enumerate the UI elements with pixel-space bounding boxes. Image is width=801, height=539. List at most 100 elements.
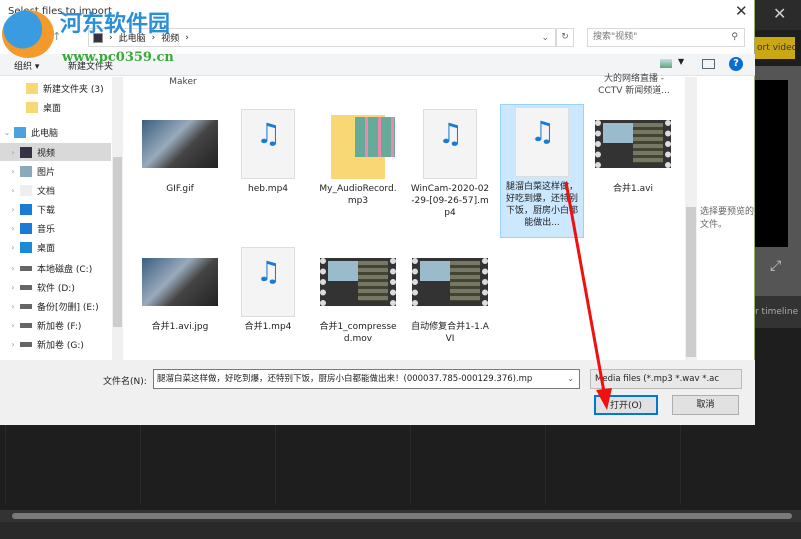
- chevron-right-icon[interactable]: ›: [6, 321, 20, 330]
- refresh-icon[interactable]: ↻: [556, 28, 574, 47]
- timeline-gridline: [275, 425, 276, 505]
- chevron-down-icon[interactable]: ⌄: [0, 128, 14, 137]
- file-thumbnail: [140, 247, 220, 317]
- scrollbar-thumb[interactable]: [113, 157, 122, 327]
- sidebar-item[interactable]: › 文档: [0, 181, 111, 199]
- scrollbar-thumb[interactable]: [686, 207, 696, 357]
- chevron-right-icon[interactable]: ›: [6, 340, 20, 349]
- download-icon: [20, 203, 32, 215]
- file-item[interactable]: 合并1.mp4: [226, 245, 310, 335]
- video-thumbnail: [595, 120, 671, 168]
- chevron-right-icon[interactable]: ›: [6, 186, 20, 195]
- chevron-right-icon[interactable]: ›: [6, 167, 20, 176]
- sidebar-scrollbar[interactable]: [112, 77, 123, 360]
- video-preview: [755, 80, 788, 247]
- drive-icon: [20, 284, 32, 290]
- sidebar-item[interactable]: 新建文件夹 (3): [0, 79, 111, 97]
- media-file-icon: [423, 109, 477, 179]
- file-item[interactable]: 自动修复合并1-1.AVI: [408, 245, 492, 347]
- cancel-button[interactable]: 取消: [672, 395, 739, 415]
- sidebar-item-label: 音乐: [37, 224, 56, 235]
- sidebar-item[interactable]: 桌面: [0, 98, 111, 116]
- file-item[interactable]: GIF.gif: [138, 107, 222, 197]
- open-button[interactable]: 打开(O): [594, 395, 658, 415]
- filename-input[interactable]: 腿溜白菜这样做，好吃到爆，还特别下饭，厨房小白都能做出来！(000037.785…: [153, 369, 580, 389]
- timeline-scrollbar[interactable]: [0, 510, 801, 522]
- file-name: 合并1.avi.jpg: [151, 322, 209, 332]
- drive-icon: [20, 265, 32, 271]
- sidebar-item[interactable]: › 音乐: [0, 219, 111, 237]
- chevron-right-icon[interactable]: ›: [6, 224, 20, 233]
- computer-icon: [14, 126, 26, 138]
- scrollbar-thumb[interactable]: [12, 513, 792, 519]
- sidebar-item-label: 新加卷 (G:): [37, 340, 84, 351]
- preview-pane-text: 选择要预览的文件。: [700, 207, 755, 230]
- help-icon[interactable]: ?: [729, 57, 743, 71]
- sidebar-item[interactable]: › 本地磁盘 (C:): [0, 259, 111, 277]
- file-thumbnail: [318, 247, 398, 317]
- fullscreen-icon[interactable]: ⤢: [770, 258, 781, 274]
- timeline-gridline: [410, 425, 411, 505]
- picture-icon: [20, 165, 32, 177]
- watermark-logo-icon: [2, 10, 54, 58]
- file-name: 自动修复合并1-1.AVI: [411, 322, 489, 344]
- sidebar-item[interactable]: › 新加卷 (F:): [0, 316, 111, 334]
- sidebar-item-label: 本地磁盘 (C:): [37, 264, 93, 275]
- video-icon: [20, 146, 32, 158]
- file-type-select[interactable]: Media files (*.mp3 *.wav *.ac: [590, 369, 742, 389]
- document-icon: [20, 184, 32, 196]
- sidebar-item[interactable]: › 新加卷 (G:): [0, 335, 111, 353]
- dialog-close-icon[interactable]: ✕: [735, 2, 748, 20]
- chevron-right-icon[interactable]: ›: [6, 302, 20, 311]
- sidebar-item-label: 图片: [37, 167, 56, 178]
- sidebar-item[interactable]: ⌄ 此电脑: [0, 123, 111, 141]
- timeline-gridline: [5, 425, 6, 505]
- sidebar-item[interactable]: › 桌面: [0, 238, 111, 256]
- sidebar-item-label: 备份[勿删] (E:): [37, 302, 99, 313]
- folder-icon: [26, 82, 38, 94]
- chevron-right-icon[interactable]: ›: [6, 283, 20, 292]
- chevron-right-icon[interactable]: ›: [6, 264, 20, 273]
- file-thumbnail: [593, 109, 673, 179]
- sidebar-item[interactable]: › 视频: [0, 143, 111, 161]
- file-name: WinCam-2020-02-29-[09-26-57].mp4: [410, 184, 490, 218]
- sidebar-item[interactable]: › 下载: [0, 200, 111, 218]
- chevron-down-icon[interactable]: ⌄: [541, 33, 549, 43]
- file-list-scrollbar[interactable]: [685, 77, 697, 360]
- sidebar-item-label: 视频: [37, 148, 56, 159]
- app-bottom-bar: [0, 522, 801, 539]
- file-item[interactable]: 合并1.avi: [591, 107, 675, 197]
- file-item[interactable]: heb.mp4: [226, 107, 310, 197]
- sidebar-item-label: 文档: [37, 186, 56, 197]
- video-thumbnail: [412, 258, 488, 306]
- timeline-gridline: [545, 425, 546, 505]
- export-video-button[interactable]: ort video: [755, 37, 795, 59]
- app-close-icon[interactable]: ✕: [773, 4, 786, 23]
- preview-pane-icon[interactable]: [702, 59, 715, 69]
- cut-off-label: 大的网络直播 - CCTV 新闻频道...: [598, 74, 670, 96]
- file-item[interactable]: 腿溜白菜这样做，好吃到爆，还特别下饭，厨房小白都能做出...: [500, 104, 584, 238]
- file-item[interactable]: WinCam-2020-02-29-[09-26-57].mp4: [408, 107, 492, 221]
- watermark-url: www.pc0359.cn: [62, 50, 174, 65]
- file-item[interactable]: 合并1_compressed.mov: [316, 245, 400, 347]
- sidebar-item[interactable]: › 备份[勿删] (E:): [0, 297, 111, 315]
- view-icon[interactable]: [660, 59, 672, 68]
- file-name: 合并1.mp4: [244, 322, 292, 332]
- timeline-gridline: [680, 425, 681, 505]
- media-file-icon: [241, 109, 295, 179]
- file-item[interactable]: 合并1.avi.jpg: [138, 245, 222, 335]
- search-input[interactable]: 搜索"视频" ⚲: [587, 28, 745, 47]
- desktop-icon: [20, 241, 32, 253]
- watermark-name: 河东软件园: [60, 12, 171, 37]
- video-thumbnail: [320, 258, 396, 306]
- file-item[interactable]: My_AudioRecord.mp3: [316, 107, 400, 209]
- music-icon: [20, 222, 32, 234]
- sidebar-item[interactable]: › 图片: [0, 162, 111, 180]
- view-dropdown-icon[interactable]: ▼: [678, 57, 684, 66]
- chevron-right-icon[interactable]: ›: [6, 205, 20, 214]
- organize-button[interactable]: 组织 ▾: [14, 59, 39, 72]
- chevron-right-icon[interactable]: ›: [6, 243, 20, 252]
- chevron-right-icon[interactable]: ›: [6, 148, 20, 157]
- chevron-down-icon[interactable]: ⌄: [567, 370, 579, 388]
- sidebar-item[interactable]: › 软件 (D:): [0, 278, 111, 296]
